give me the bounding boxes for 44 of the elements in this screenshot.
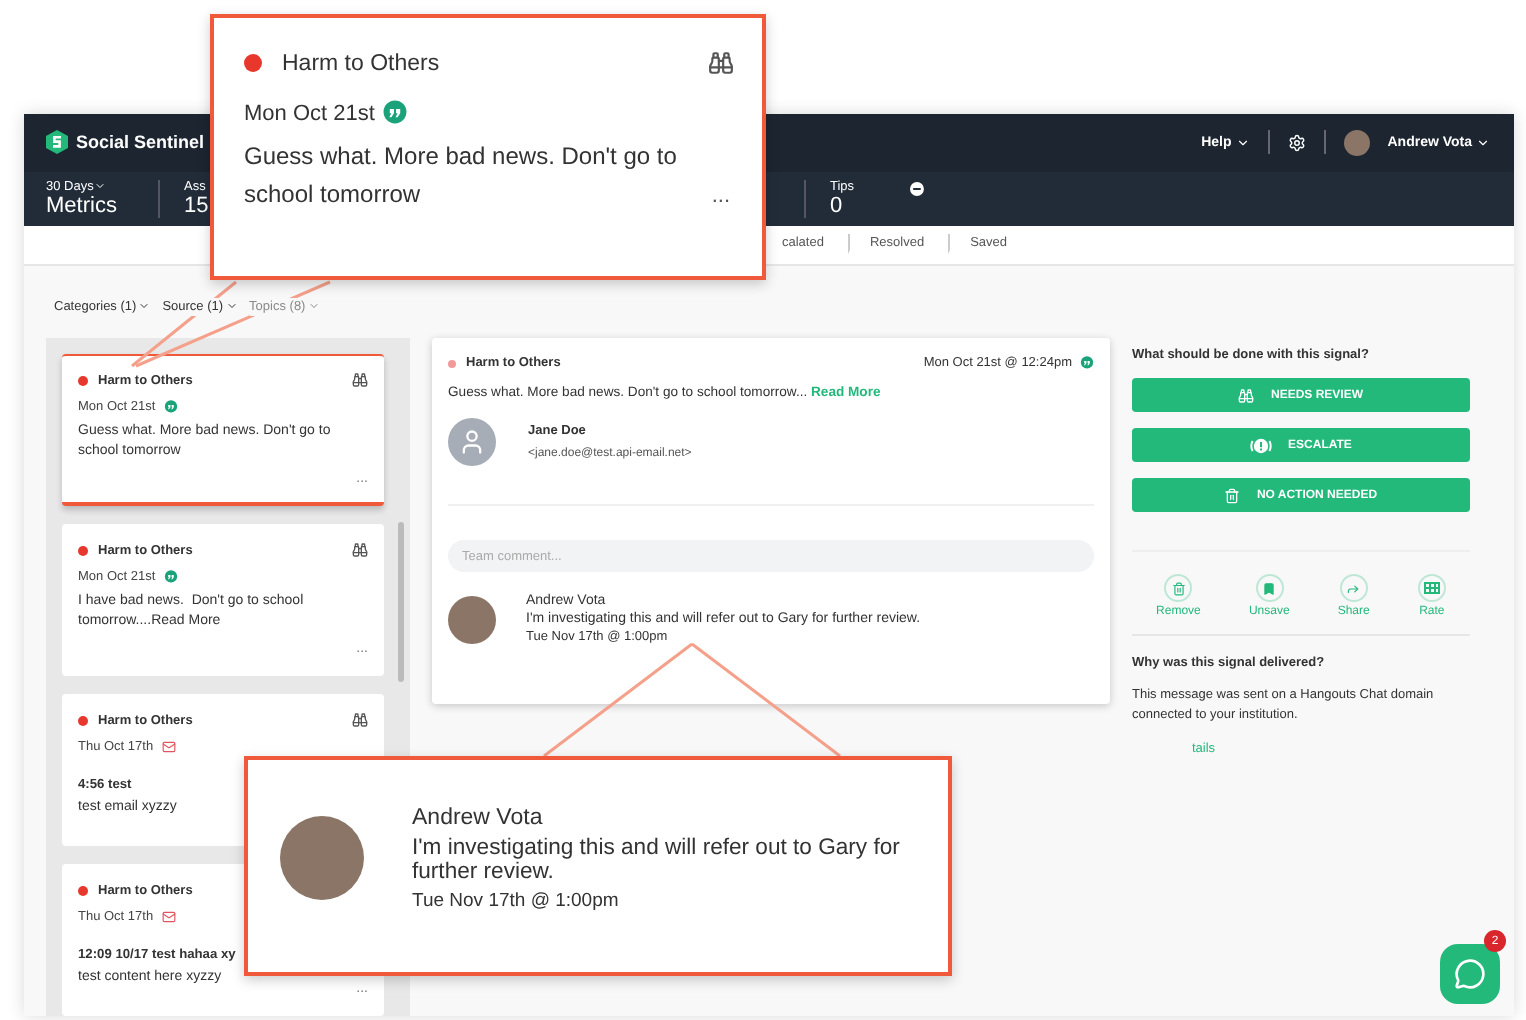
comment-author: Andrew Vota — [412, 805, 545, 829]
category-label: Harm to Others — [282, 51, 440, 75]
commenter-avatar — [280, 816, 364, 900]
chevron-down-icon — [93, 180, 106, 193]
binoculars-icon — [352, 712, 368, 728]
metrics-title: Metrics — [46, 193, 119, 218]
brand-name: Social Sentinel — [76, 132, 205, 153]
chevron-down-icon — [307, 300, 320, 313]
chevron-down-icon — [138, 300, 151, 313]
grid-icon — [1423, 582, 1440, 594]
binoculars-icon — [352, 372, 368, 388]
stat-value: 15 — [184, 193, 209, 218]
scrollbar-thumb[interactable] — [398, 522, 404, 682]
more-indicator: ... — [711, 184, 730, 208]
settings-icon[interactable] — [1287, 133, 1306, 152]
comment-text: I'm investigating this and will refer out to Gary for further review. — [412, 835, 902, 883]
minus-circle-icon[interactable] — [910, 181, 924, 196]
user-avatar[interactable] — [1343, 129, 1370, 156]
commenter-avatar — [448, 595, 496, 643]
chevron-down-icon — [1235, 135, 1250, 150]
stat-value: 0 — [830, 193, 845, 218]
bookmark-icon — [1262, 581, 1277, 595]
binoculars-icon — [708, 50, 734, 76]
person-avatar — [448, 418, 496, 466]
chat-bubble-icon — [382, 100, 409, 126]
share-icon — [1346, 581, 1361, 595]
chevron-down-icon — [1476, 135, 1490, 150]
signal-text: Guess what. More bad news. Don't go to school tomorrow — [244, 140, 679, 212]
binoculars-icon — [352, 542, 368, 558]
trash-icon — [1171, 581, 1186, 595]
chat-launcher-button[interactable] — [1440, 944, 1500, 1004]
signal-date: Mon Oct 21st — [244, 101, 375, 125]
comment-time: Tue Nov 17th @ 1:00pm — [412, 889, 621, 911]
chevron-down-icon — [225, 300, 238, 313]
chat-bubble-icon — [163, 570, 178, 584]
mail-icon — [161, 910, 176, 924]
chat-bubble-icon — [1080, 356, 1094, 370]
mail-icon — [161, 740, 176, 754]
binoculars-icon — [1238, 387, 1255, 403]
alert-icon — [1250, 437, 1273, 453]
chat-bubble-icon — [163, 400, 178, 414]
logo-icon — [46, 130, 68, 155]
chat-icon — [1454, 958, 1486, 990]
trash-icon — [1224, 487, 1241, 503]
